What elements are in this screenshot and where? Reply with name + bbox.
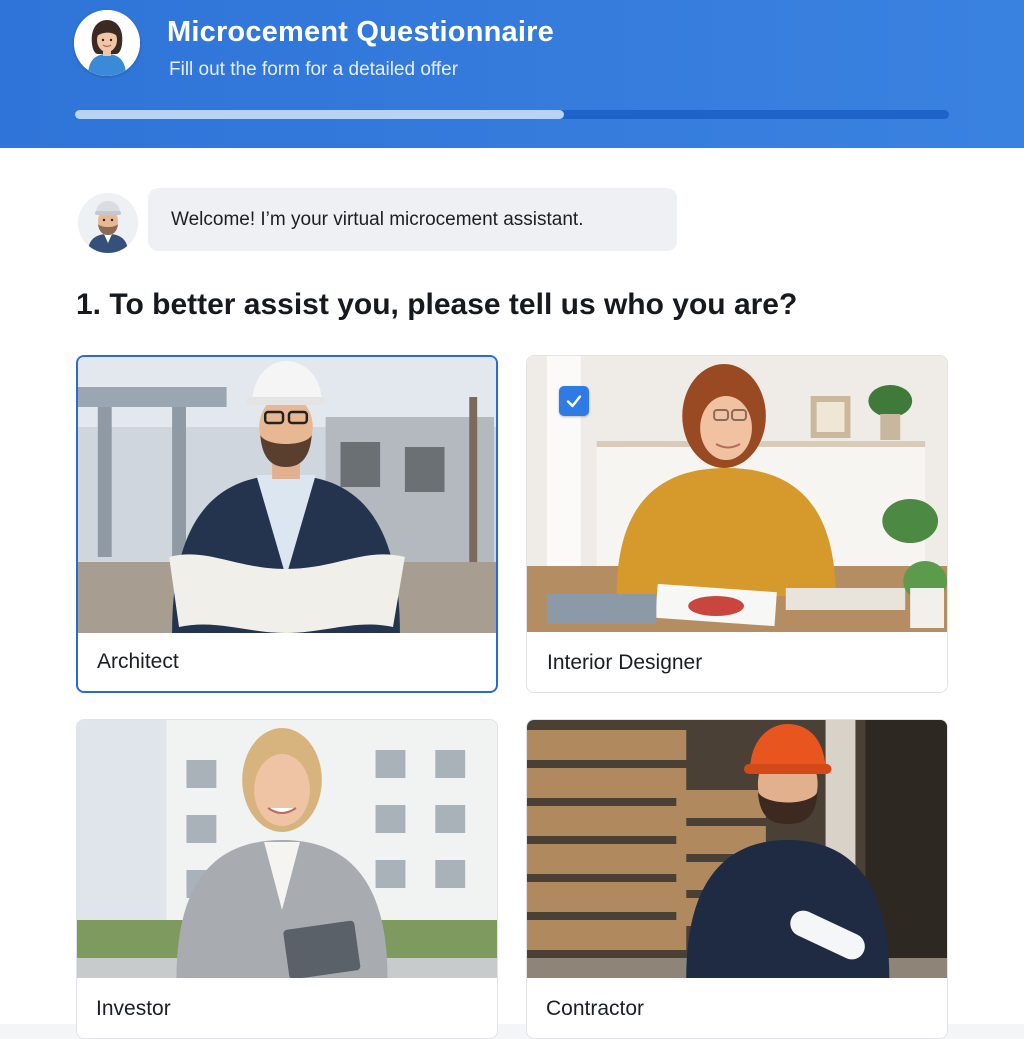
page-title: Microcement Questionnaire	[167, 16, 554, 48]
architect-photo	[78, 357, 496, 633]
question-title: 1. To better assist you, please tell us …	[76, 288, 798, 321]
interior-designer-photo	[527, 356, 947, 632]
option-card-interior-designer[interactable]: Interior Designer	[526, 355, 948, 693]
option-card-investor[interactable]: Investor	[76, 719, 498, 1039]
option-card-architect[interactable]: Architect	[76, 355, 498, 693]
checkmark-icon	[566, 395, 582, 408]
chat-message: Welcome! I’m your virtual microcement as…	[148, 188, 677, 251]
option-label-interior-designer: Interior Designer	[547, 651, 703, 674]
option-label-contractor: Contractor	[546, 997, 645, 1020]
progress-bar	[75, 110, 949, 119]
option-label-architect: Architect	[97, 650, 179, 673]
progress-bar-fill	[75, 110, 565, 119]
contractor-photo	[527, 720, 947, 978]
investor-photo	[77, 720, 497, 978]
woman-avatar-icon	[74, 10, 140, 76]
option-card-contractor[interactable]: Contractor	[526, 719, 948, 1039]
checkbox-checked[interactable]	[559, 386, 589, 416]
option-label-investor: Investor	[96, 997, 171, 1020]
page-subtitle: Fill out the form for a detailed offer	[169, 59, 459, 80]
header: Microcement Questionnaire Fill out the f…	[0, 0, 1024, 148]
assistant-avatar-icon	[78, 193, 138, 253]
